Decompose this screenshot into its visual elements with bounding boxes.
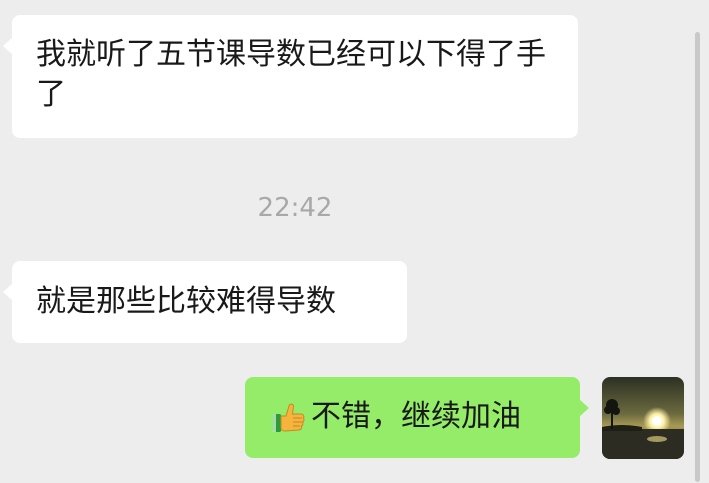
scrollbar[interactable] <box>695 32 700 482</box>
message-text: 就是那些比较难得导数 <box>36 284 336 319</box>
sunset-landscape-avatar <box>602 377 684 459</box>
message-text: 不错，继续加油 <box>311 399 521 434</box>
incoming-message-bubble[interactable]: 就是那些比较难得导数 <box>3 261 407 343</box>
incoming-message-bubble[interactable]: 我就听了五节课导数已经可以下得了手了 <box>3 15 578 138</box>
outgoing-message-bubble[interactable]: 不错，继续加油 <box>245 377 589 458</box>
thumbs-up-icon <box>273 403 305 432</box>
message-timestamp: 22:42 <box>257 193 333 223</box>
message-text: 我就听了五节课导数已经可以下得了手了 <box>36 37 546 112</box>
user-avatar[interactable] <box>602 377 684 459</box>
